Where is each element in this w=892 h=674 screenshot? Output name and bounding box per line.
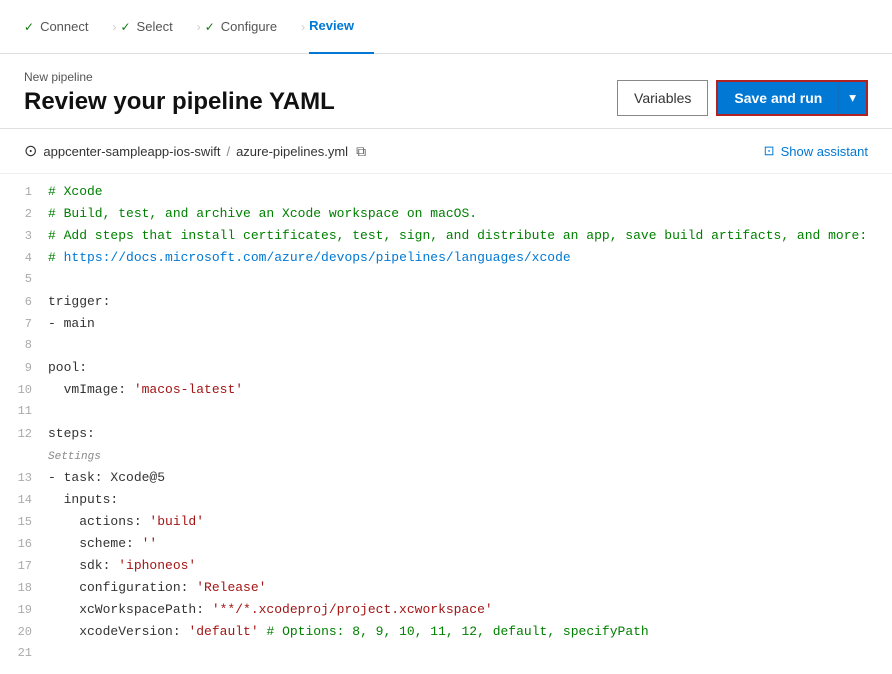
line-content: configuration: 'Release': [48, 578, 892, 599]
line-content: # https://docs.microsoft.com/azure/devop…: [48, 248, 892, 269]
line-content: steps:: [48, 424, 892, 445]
line-num: 6: [0, 293, 48, 312]
code-line: 16 scheme: '': [0, 534, 892, 556]
line-num: 7: [0, 315, 48, 334]
check-icon-2: ✓: [120, 20, 130, 34]
step-review-label: Review: [309, 18, 354, 33]
line-content: xcWorkspacePath: '**/*.xcodeproj/project…: [48, 600, 892, 621]
line-content: - main: [48, 314, 892, 335]
filename: azure-pipelines.yml: [236, 144, 348, 159]
step-configure[interactable]: ✓ Configure: [205, 0, 297, 54]
save-run-chevron-button[interactable]: ▾: [838, 82, 866, 114]
code-line: 4# https://docs.microsoft.com/azure/devo…: [0, 248, 892, 270]
line-num: 21: [0, 644, 48, 663]
code-line: 3# Add steps that install certificates, …: [0, 226, 892, 248]
step-configure-label: Configure: [221, 19, 277, 34]
line-num: 10: [0, 381, 48, 400]
code-line: 7- main: [0, 314, 892, 336]
line-content: inputs:: [48, 490, 892, 511]
copy-icon[interactable]: ⧉: [356, 143, 366, 160]
line-content: scheme: '': [48, 534, 892, 555]
code-line: 5: [0, 270, 892, 292]
stepper: ✓ Connect › ✓ Select › ✓ Configure › Rev…: [0, 0, 892, 54]
line-num: 20: [0, 623, 48, 642]
step-sep-2: ›: [197, 20, 201, 34]
code-line: 12steps:: [0, 424, 892, 446]
line-num: 19: [0, 601, 48, 620]
line-num: 3: [0, 227, 48, 246]
code-line: 20 xcodeVersion: 'default' # Options: 8,…: [0, 622, 892, 644]
code-line: 2# Build, test, and archive an Xcode wor…: [0, 204, 892, 226]
step-select[interactable]: ✓ Select: [120, 0, 192, 54]
line-num: 8: [0, 336, 48, 355]
repo-name: appcenter-sampleapp-ios-swift: [43, 144, 220, 159]
page-title: Review your pipeline YAML: [24, 88, 335, 116]
line-num: 9: [0, 359, 48, 378]
assistant-icon: ⊡: [764, 143, 775, 159]
code-line: 21: [0, 644, 892, 666]
check-icon-3: ✓: [205, 20, 215, 34]
line-content: - task: Xcode@5: [48, 468, 892, 489]
line-content: xcodeVersion: 'default' # Options: 8, 9,…: [48, 622, 892, 643]
filepath-bar: ⊙ appcenter-sampleapp-ios-swift / azure-…: [0, 129, 892, 174]
code-line: 11: [0, 402, 892, 424]
line-content: # Xcode: [48, 182, 892, 203]
line-num: 2: [0, 205, 48, 224]
filepath-left: ⊙ appcenter-sampleapp-ios-swift / azure-…: [24, 141, 366, 161]
code-line: 1# Xcode: [0, 182, 892, 204]
line-content: sdk: 'iphoneos': [48, 556, 892, 577]
code-line: 15 actions: 'build': [0, 512, 892, 534]
code-line: 18 configuration: 'Release': [0, 578, 892, 600]
chevron-down-icon: ▾: [849, 90, 856, 106]
line-num: 11: [0, 402, 48, 421]
step-connect-label: Connect: [40, 19, 88, 34]
path-separator: /: [226, 144, 230, 159]
line-content: # Build, test, and archive an Xcode work…: [48, 204, 892, 225]
save-run-group: Save and run ▾: [716, 80, 868, 116]
code-line: 14 inputs:: [0, 490, 892, 512]
header-left: New pipeline Review your pipeline YAML: [24, 70, 335, 116]
variables-button[interactable]: Variables: [617, 80, 708, 116]
settings-label-row: Settings: [0, 446, 892, 468]
save-run-button[interactable]: Save and run: [718, 82, 838, 114]
line-content: Settings: [48, 446, 892, 467]
page-subtitle: New pipeline: [24, 70, 335, 84]
line-num: 14: [0, 491, 48, 510]
line-num: 5: [0, 270, 48, 289]
line-num: 17: [0, 557, 48, 576]
line-num: 12: [0, 425, 48, 444]
step-review[interactable]: Review: [309, 0, 374, 54]
line-content: # Add steps that install certificates, t…: [48, 226, 892, 247]
page-header: New pipeline Review your pipeline YAML V…: [0, 54, 892, 129]
line-num: 15: [0, 513, 48, 532]
show-assistant-label: Show assistant: [781, 144, 868, 159]
code-line: 9pool:: [0, 358, 892, 380]
line-content: trigger:: [48, 292, 892, 313]
code-line: 8: [0, 336, 892, 358]
code-line: 19 xcWorkspacePath: '**/*.xcodeproj/proj…: [0, 600, 892, 622]
step-connect[interactable]: ✓ Connect: [24, 0, 108, 54]
line-num: 4: [0, 249, 48, 268]
step-sep-3: ›: [301, 20, 305, 34]
code-line: 13- task: Xcode@5: [0, 468, 892, 490]
line-content: actions: 'build': [48, 512, 892, 533]
github-icon: ⊙: [24, 141, 37, 161]
code-line: 10 vmImage: 'macos-latest': [0, 380, 892, 402]
line-num: 13: [0, 469, 48, 488]
step-sep-1: ›: [112, 20, 116, 34]
header-right: Variables Save and run ▾: [617, 80, 868, 116]
line-content: vmImage: 'macos-latest': [48, 380, 892, 401]
code-line: 6trigger:: [0, 292, 892, 314]
code-line: 17 sdk: 'iphoneos': [0, 556, 892, 578]
line-content: pool:: [48, 358, 892, 379]
line-num: 1: [0, 183, 48, 202]
check-icon: ✓: [24, 20, 34, 34]
line-num: 16: [0, 535, 48, 554]
step-select-label: Select: [137, 19, 173, 34]
code-editor: 1# Xcode2# Build, test, and archive an X…: [0, 174, 892, 674]
line-num: 18: [0, 579, 48, 598]
show-assistant-button[interactable]: ⊡ Show assistant: [764, 143, 868, 159]
